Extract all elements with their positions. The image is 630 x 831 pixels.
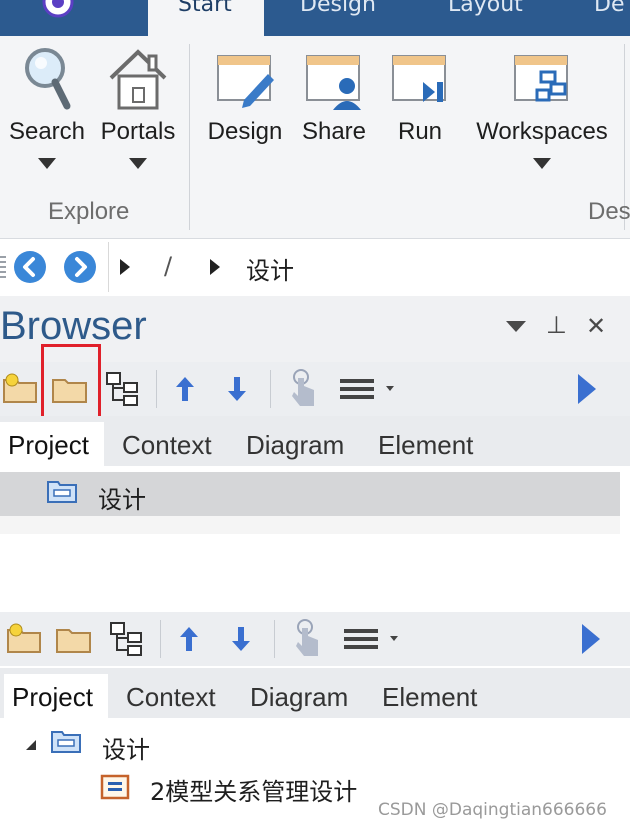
new-folder-icon[interactable] xyxy=(6,622,46,656)
diagram-tree-icon[interactable] xyxy=(104,370,142,408)
highlight-box xyxy=(41,344,101,420)
tab-project[interactable]: Project xyxy=(4,674,108,724)
magnifier-icon xyxy=(25,48,71,110)
crumb-current[interactable]: 设计 xyxy=(246,251,294,286)
tree-row-selected[interactable] xyxy=(0,472,620,516)
design-button[interactable]: Design xyxy=(200,44,290,146)
portals-button[interactable]: Portals xyxy=(94,44,182,169)
package-icon xyxy=(51,731,81,753)
workspaces-button[interactable]: Workspaces xyxy=(466,44,618,169)
crumb-expand-icon[interactable] xyxy=(120,259,130,275)
tab-diagram[interactable]: Diagram xyxy=(250,682,348,713)
forward-button[interactable] xyxy=(64,251,96,283)
tab-element[interactable]: Element xyxy=(382,682,477,713)
move-up-icon[interactable] xyxy=(172,374,198,404)
move-up-icon[interactable] xyxy=(176,624,202,654)
run-button[interactable]: Run xyxy=(384,44,456,146)
folder-icon[interactable] xyxy=(54,622,94,656)
chevron-down-icon xyxy=(533,158,551,169)
expand-right-icon[interactable] xyxy=(580,622,602,656)
tab-element[interactable]: Element xyxy=(378,430,473,461)
run-play-icon xyxy=(392,55,446,102)
share-button[interactable]: Share xyxy=(296,44,372,146)
expand-right-icon[interactable] xyxy=(576,372,598,406)
design-pencil-icon xyxy=(217,55,274,108)
package-icon xyxy=(47,481,77,503)
tab-context[interactable]: Context xyxy=(126,682,216,713)
tree-collapse-icon[interactable] xyxy=(24,738,38,752)
pin-icon[interactable]: ⊥ xyxy=(546,311,567,339)
share-person-icon xyxy=(306,55,361,110)
chevron-down-icon xyxy=(38,158,56,169)
move-down-icon[interactable] xyxy=(228,624,254,654)
menu-options-icon[interactable] xyxy=(338,376,398,402)
tree-area xyxy=(0,516,620,534)
dropdown-menu-icon[interactable] xyxy=(505,320,527,334)
touch-hand-icon[interactable] xyxy=(292,618,322,658)
arrow-left-icon xyxy=(23,257,35,277)
toolbar-separator xyxy=(160,620,161,658)
group-label-explore: Explore xyxy=(48,198,130,225)
tab-project[interactable]: Project xyxy=(0,422,104,472)
toolbar-separator xyxy=(274,620,275,658)
menu-options-icon[interactable] xyxy=(342,626,402,652)
tab-context[interactable]: Context xyxy=(122,430,212,461)
close-icon[interactable]: ✕ xyxy=(586,312,606,340)
crumb-expand-icon[interactable] xyxy=(210,259,220,275)
group-label-design-partial: Des xyxy=(588,198,630,225)
house-icon xyxy=(109,49,167,110)
tree-item-root[interactable]: 设计 xyxy=(98,480,146,515)
ribbon-group-separator xyxy=(189,44,190,230)
new-folder-icon[interactable] xyxy=(2,372,42,406)
tab-diagram[interactable]: Diagram xyxy=(246,430,344,461)
grip-handle[interactable] xyxy=(0,256,6,278)
tab-start[interactable]: Start xyxy=(148,0,264,36)
move-down-icon[interactable] xyxy=(224,374,250,404)
crumb-root-separator[interactable]: / xyxy=(164,252,172,280)
tree-item-diagram[interactable]: 2模型关系管理设计 xyxy=(150,772,357,807)
search-button[interactable]: Search xyxy=(6,44,88,169)
tree-item-root[interactable]: 设计 xyxy=(102,730,150,765)
arrow-right-icon xyxy=(75,257,87,277)
divider xyxy=(108,242,109,292)
workspaces-icon xyxy=(514,55,568,102)
chevron-down-icon xyxy=(129,158,147,169)
browser-title: Browser xyxy=(0,304,147,348)
toolbar-separator xyxy=(156,370,157,408)
diagram-icon xyxy=(100,774,130,800)
diagram-tree-icon[interactable] xyxy=(108,620,146,658)
toolbar-separator xyxy=(270,370,271,408)
back-button[interactable] xyxy=(14,251,46,283)
watermark: CSDN @Daqingtian666666 xyxy=(378,800,607,820)
app-logo-icon[interactable] xyxy=(36,0,80,20)
touch-hand-icon[interactable] xyxy=(288,368,318,408)
